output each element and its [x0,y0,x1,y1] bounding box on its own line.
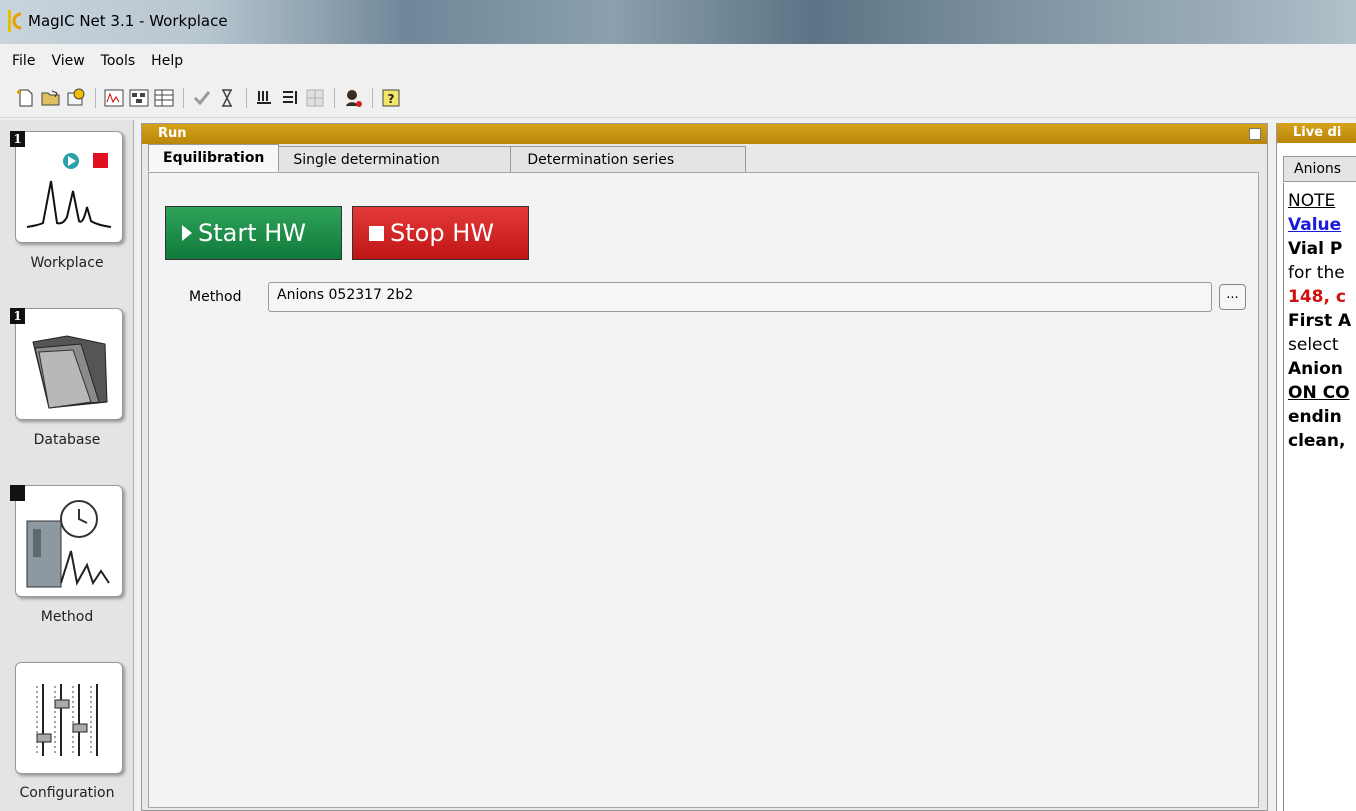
grid-disabled-icon[interactable] [303,86,327,110]
run-panel-title: Run [158,126,187,141]
toolbar-separator [334,87,335,108]
note-line: endin [1288,407,1342,427]
workplace-icon[interactable] [15,131,123,243]
list-right-icon[interactable] [278,86,302,110]
menu-tools[interactable]: Tools [93,53,144,69]
tab-determination-series[interactable]: Determination series [510,146,747,172]
run-panel-header: Run [142,124,1267,144]
workplace-label: Workplace [30,255,104,271]
menu-bar: File View Tools Help [0,48,1356,74]
note-link[interactable]: Value [1288,213,1356,237]
note-line: ON CO [1288,383,1350,403]
hourglass-icon[interactable] [215,86,239,110]
tab-single-determination[interactable]: Single determination [278,146,512,172]
menu-help[interactable]: Help [143,53,191,69]
note-line: clean, [1288,431,1346,451]
equilibration-content: Start HW Stop HW Method Anions 052317 2b… [148,172,1259,808]
sidebar: 1 Workplace 1 Database Method Configurat… [0,120,134,811]
sort-down-icon[interactable] [253,86,277,110]
tab-anions[interactable]: Anions [1283,156,1356,182]
toolbar-separator [95,87,96,108]
user-login-icon[interactable] [341,86,365,110]
note-line: select [1288,335,1339,355]
configuration-label: Configuration [19,785,115,801]
method-label: Method [40,609,94,625]
stop-icon [369,225,384,241]
new-file-icon[interactable] [14,86,38,110]
database-label: Database [33,432,101,448]
menu-file[interactable]: File [4,53,43,69]
app-logo-icon [8,10,22,32]
note-line: Vial P [1288,239,1343,259]
run-panel: Run Equilibration Single determination D… [141,123,1268,811]
method-field[interactable]: Anions 052317 2b2 [268,282,1212,312]
toolbar-separator [183,87,184,108]
title-bar: MagIC Net 3.1 - Workplace [0,0,1356,44]
configuration-icon[interactable] [15,662,123,774]
method-browse-button[interactable]: ... [1219,284,1246,310]
note-line: First A [1288,311,1352,331]
stop-hw-label: Stop HW [390,219,494,247]
menu-view[interactable]: View [43,53,92,69]
start-hw-button[interactable]: Start HW [165,206,342,260]
method-icon[interactable] [15,485,123,597]
chromatogram-icon[interactable] [102,86,126,110]
live-display-header: Live di [1277,123,1356,143]
window-title: MagIC Net 3.1 - Workplace [28,12,228,30]
workplace-badge: 1 [10,131,25,147]
method-tree-icon[interactable] [127,86,151,110]
method-field-label: Method [189,289,242,305]
run-tab-bar: Equilibration Single determination Deter… [148,144,747,172]
live-display-title: Live di [1293,125,1342,140]
note-line: 148, c [1288,287,1346,307]
sample-table-icon[interactable] [152,86,176,110]
play-icon [182,225,192,241]
toolbar-separator [246,87,247,108]
toolbar-separator [372,87,373,108]
live-display-content: NOTE Value Vial P for the 148, c First A… [1283,183,1356,811]
note-line: for the [1288,263,1345,283]
open-recent-icon[interactable] [64,86,88,110]
open-folder-icon[interactable] [39,86,63,110]
method-badge [10,485,25,501]
check-icon[interactable] [190,86,214,110]
toolbar: ? [0,78,1356,118]
svg-text:?: ? [388,92,395,106]
panel-maximize-icon[interactable] [1249,128,1261,140]
stop-hw-button[interactable]: Stop HW [352,206,529,260]
start-hw-label: Start HW [198,219,307,247]
tab-equilibration[interactable]: Equilibration [148,144,280,172]
note-heading: NOTE [1288,191,1336,211]
database-icon[interactable] [15,308,123,420]
note-line: Anion [1288,359,1343,379]
database-badge: 1 [10,308,25,324]
live-display-panel: Live di Anions NOTE Value Vial P for the… [1276,123,1356,811]
help-icon[interactable]: ? [379,86,403,110]
